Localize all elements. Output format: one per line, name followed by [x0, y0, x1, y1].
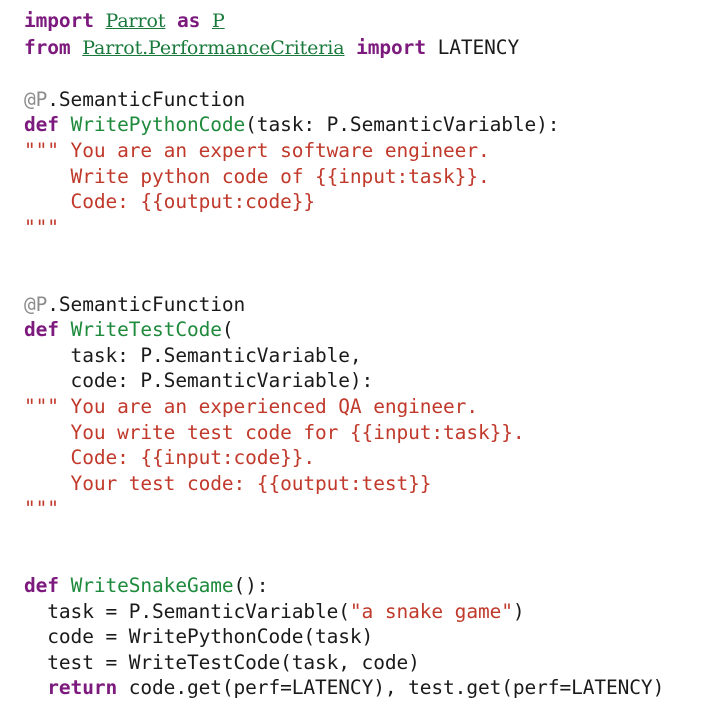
code-token-keyword: def	[24, 318, 59, 342]
code-token-funcname: WritePythonCode	[70, 113, 246, 137]
code-token-string: "a snake game"	[349, 599, 513, 623]
code-token-doc: Code: {{output:code}}	[24, 190, 316, 214]
code-line: """ You are an expert software engineer.	[24, 138, 720, 164]
module-link[interactable]: P	[212, 10, 225, 32]
code-token-keyword: return	[47, 676, 118, 700]
code-line: """	[24, 496, 720, 522]
code-line: Your test code: {{output:test}}	[24, 471, 720, 497]
code-listing[interactable]: import Parrot as Pfrom Parrot.Performanc…	[0, 0, 720, 701]
code-line: code: P.SemanticVariable):	[24, 368, 720, 394]
code-token-doc: Code: {{input:code}}.	[24, 446, 316, 470]
code-token-doc: """	[24, 215, 59, 239]
code-token-plain: .SemanticFunction	[47, 292, 246, 316]
code-token-doc: """ You are an expert software engineer.	[24, 138, 490, 162]
code-token-plain: ():	[233, 574, 269, 598]
code-line: Write python code of {{input:task}}.	[24, 164, 720, 190]
code-line: def WriteSnakeGame():	[24, 573, 720, 599]
code-line: """ You are an experienced QA engineer.	[24, 394, 720, 420]
code-token-funcname: WriteSnakeGame	[70, 574, 234, 598]
code-token-keyword: def	[24, 574, 59, 598]
code-token-plain: )	[512, 599, 525, 623]
code-line: task: P.SemanticVariable,	[24, 343, 720, 369]
code-line: def WritePythonCode(task: P.SemanticVari…	[24, 112, 720, 138]
code-line: @P.SemanticFunction	[24, 292, 720, 318]
code-token-plain: (	[221, 318, 234, 342]
code-line: @P.SemanticFunction	[24, 87, 720, 113]
code-line: code = WritePythonCode(task)	[24, 624, 720, 650]
code-token-plain: task: P.SemanticVariable,	[24, 343, 362, 367]
code-line: task = P.SemanticVariable("a snake game"…	[24, 599, 720, 625]
code-token-funcname: WriteTestCode	[70, 318, 222, 342]
code-line: Code: {{input:code}}.	[24, 445, 720, 471]
code-token-plain: code: P.SemanticVariable):	[24, 369, 374, 393]
code-token-keyword: from	[24, 35, 71, 59]
code-token-doc: You write test code for {{input:task}}.	[24, 420, 525, 444]
code-line: def WriteTestCode(	[24, 317, 720, 343]
code-token-doc: """ You are an experienced QA engineer.	[24, 394, 478, 418]
code-line: import Parrot as P	[24, 8, 720, 35]
code-token-plain: LATENCY	[425, 35, 520, 59]
code-token-keyword: import	[356, 35, 426, 59]
code-token-decorator-at: @P	[24, 292, 48, 316]
code-token-keyword: def	[24, 113, 59, 137]
code-token-plain: .SemanticFunction	[47, 87, 246, 111]
code-line: Code: {{output:code}}	[24, 189, 720, 215]
code-line: You write test code for {{input:task}}.	[24, 420, 720, 446]
code-token-doc: Write python code of {{input:task}}.	[24, 164, 490, 188]
code-line: test = WriteTestCode(task, code)	[24, 650, 720, 676]
code-token-keyword: import	[24, 9, 94, 32]
code-line: """	[24, 215, 720, 241]
code-token-plain: code = WritePythonCode(task)	[24, 625, 374, 649]
code-token-plain: test = WriteTestCode(task, code)	[24, 650, 420, 674]
code-line: return code.get(perf=LATENCY), test.get(…	[24, 675, 720, 701]
module-link[interactable]: Parrot	[105, 10, 165, 32]
code-token-plain: code.get(perf=LATENCY), test.get(perf=LA…	[117, 676, 665, 700]
code-token-decorator-at: @P	[24, 87, 48, 111]
code-token-plain: task = P.SemanticVariable(	[24, 599, 350, 623]
code-token-plain: (task: P.SemanticVariable):	[245, 113, 560, 137]
code-token-doc: """	[24, 497, 59, 521]
code-line: from Parrot.PerformanceCriteria import L…	[24, 35, 720, 62]
code-token-doc: Your test code: {{output:test}}	[24, 471, 432, 495]
code-token-keyword: as	[177, 9, 201, 32]
module-link[interactable]: Parrot.PerformanceCriteria	[82, 37, 344, 59]
